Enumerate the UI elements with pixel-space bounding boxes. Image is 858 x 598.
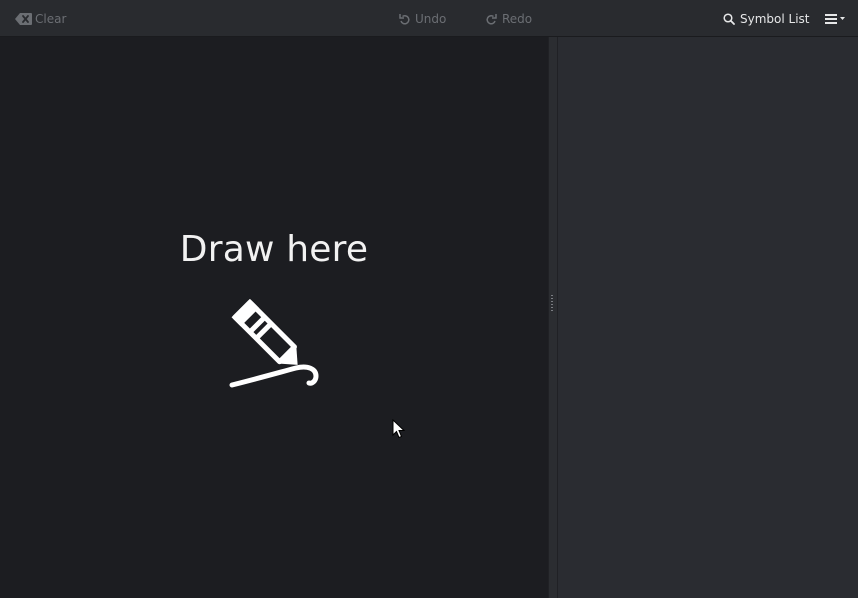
- undo-button[interactable]: Undo: [399, 0, 446, 37]
- pencil-draw-icon: [226, 298, 322, 393]
- symbol-list-button[interactable]: Symbol List: [723, 0, 810, 37]
- redo-icon: [486, 13, 497, 25]
- symbol-list-label: Symbol List: [740, 11, 810, 26]
- symbol-list-panel: [558, 37, 858, 598]
- splitter-grip-handle[interactable]: [551, 295, 553, 311]
- toolbar: Clear Undo Redo Symbol List: [0, 0, 858, 37]
- chevron-down-icon: [840, 17, 845, 20]
- undo-label: Undo: [415, 11, 447, 26]
- menu-button[interactable]: [825, 0, 845, 37]
- backspace-icon: [15, 12, 32, 25]
- mouse-cursor-icon: [392, 418, 406, 443]
- drawing-canvas[interactable]: Draw here: [0, 37, 548, 598]
- app-window: Clear Undo Redo Symbol List Draw here: [0, 0, 858, 598]
- panel-splitter[interactable]: [548, 37, 558, 598]
- draw-prompt: Draw here: [179, 229, 369, 270]
- clear-label: Clear: [35, 11, 67, 26]
- search-icon: [723, 12, 735, 25]
- hamburger-menu-icon: [825, 13, 837, 24]
- redo-label: Redo: [502, 11, 533, 26]
- clear-button[interactable]: Clear: [15, 0, 66, 37]
- redo-button[interactable]: Redo: [486, 0, 532, 37]
- undo-icon: [399, 13, 410, 25]
